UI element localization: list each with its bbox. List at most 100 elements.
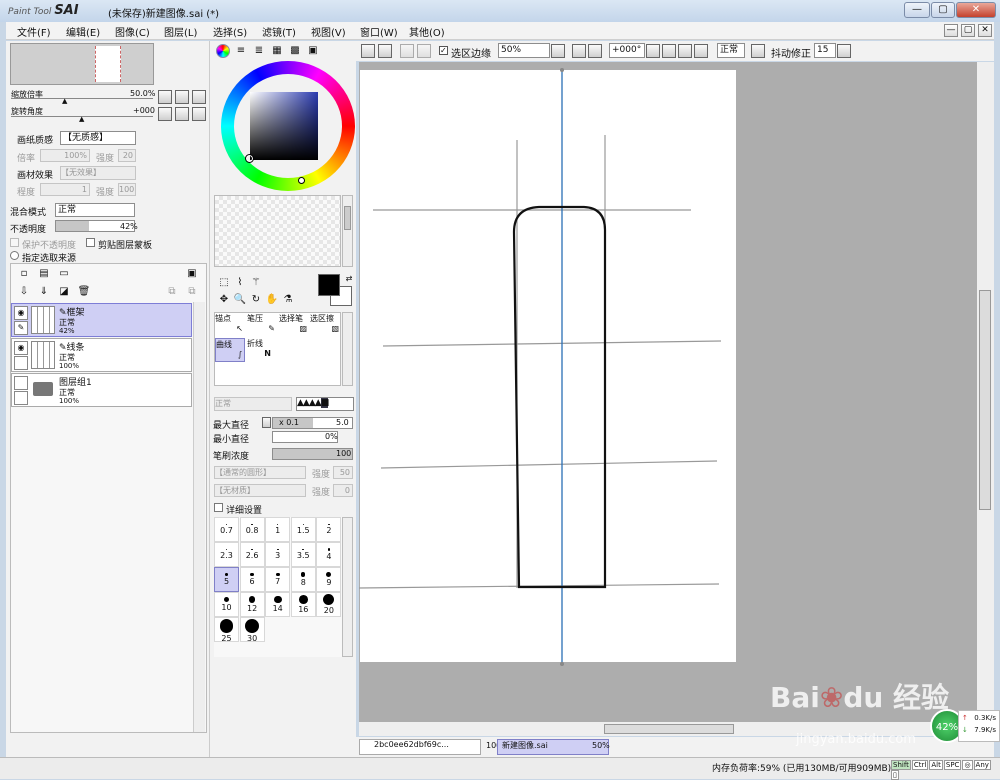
pen-lock-icon[interactable]: ✎ xyxy=(14,321,28,335)
zoom-dropdown-icon[interactable] xyxy=(551,44,565,58)
rotate-left-icon[interactable] xyxy=(158,107,172,121)
brush-size-cell[interactable]: 0.8 xyxy=(239,517,265,542)
minimize-button[interactable]: — xyxy=(904,2,930,18)
flip-icon[interactable] xyxy=(751,44,765,58)
toolbar-rotate-left-icon[interactable] xyxy=(662,44,676,58)
swap-colors-icon[interactable]: ⇄ xyxy=(342,272,356,286)
merge-down-icon[interactable]: ⇩ xyxy=(17,285,31,299)
brush-size-cell[interactable]: 20 xyxy=(316,592,342,617)
scratch-scrollbar[interactable] xyxy=(342,195,353,267)
brush-size-cell[interactable]: 2.3 xyxy=(214,542,239,567)
layer-item-lines[interactable]: ◉ ✎线条 正常 100% xyxy=(11,338,192,372)
doc-close-button[interactable]: ✕ xyxy=(978,24,992,37)
brush-size-cell[interactable]: 16 xyxy=(290,592,316,617)
close-button[interactable]: ✕ xyxy=(956,2,996,18)
move-icon[interactable]: ✥ xyxy=(217,293,231,307)
brush-size-cell[interactable]: 5 xyxy=(214,567,239,592)
zoom-select[interactable]: 50% xyxy=(498,43,550,58)
color-wheel-tab-icon[interactable] xyxy=(216,44,230,58)
brush-size-cell[interactable]: 9 xyxy=(316,567,342,592)
rect-select-icon[interactable]: ⬚ xyxy=(217,276,231,290)
menu-select[interactable]: 选择(S) xyxy=(213,24,247,39)
brush-size-cell[interactable]: 12 xyxy=(239,592,265,617)
preserve-opacity-checkbox[interactable] xyxy=(10,238,19,247)
detail-checkbox[interactable] xyxy=(214,503,223,512)
document-tab-1[interactable]: 2bc0ee62dbf69c... xyxy=(359,739,481,755)
menu-image[interactable]: 图像(C) xyxy=(115,24,150,39)
brush-size-cell[interactable]: 2 xyxy=(316,517,342,542)
zoom-in-icon[interactable] xyxy=(175,90,189,104)
apply-mask-icon[interactable]: ◪ xyxy=(57,285,71,299)
brush-size-cell[interactable]: 2.6 xyxy=(239,542,265,567)
scratch-tab-icon[interactable]: ▣ xyxy=(306,44,320,58)
new-layer-icon[interactable]: ▫ xyxy=(17,267,31,281)
new-folder-icon[interactable]: ▭ xyxy=(57,267,71,281)
new-layer-sheet-icon[interactable]: ▤ xyxy=(37,267,51,281)
toolbar-rotate-reset-icon[interactable] xyxy=(694,44,708,58)
max-size-dropdown[interactable] xyxy=(262,417,271,428)
rotate-slider-handle[interactable]: ▲ xyxy=(79,115,84,123)
mixer-tab-icon[interactable]: ▦ xyxy=(270,44,284,58)
menu-edit[interactable]: 编辑(E) xyxy=(66,24,100,39)
undo-icon[interactable] xyxy=(361,44,375,58)
pen-lock-icon[interactable] xyxy=(14,356,28,370)
magic-wand-icon[interactable]: ⚚ xyxy=(249,276,263,290)
doc-minimize-button[interactable]: — xyxy=(944,24,958,37)
drawing-overlay[interactable] xyxy=(359,62,977,722)
brush-size-cell[interactable]: 6 xyxy=(239,567,265,592)
brush-size-cell[interactable]: 10 xyxy=(214,592,239,617)
selection-source-radio[interactable] xyxy=(10,251,19,260)
zoom-icon[interactable]: 🔍 xyxy=(233,293,247,307)
blend-mode-select[interactable]: 正常 xyxy=(55,203,135,217)
brush-size-cell[interactable]: 7 xyxy=(265,567,291,592)
rotate-right-icon[interactable] xyxy=(175,107,189,121)
angle-dropdown-icon[interactable] xyxy=(646,44,660,58)
swatch-tab-icon[interactable]: ▩ xyxy=(288,44,302,58)
sv-picker-handle[interactable] xyxy=(245,154,254,163)
toolbar-zoom-in-icon[interactable] xyxy=(588,44,602,58)
maximize-button[interactable]: ▢ xyxy=(931,2,955,18)
menu-window[interactable]: 窗口(W) xyxy=(360,24,398,39)
stabilizer-dropdown-icon[interactable] xyxy=(837,44,851,58)
hue-picker-handle[interactable] xyxy=(298,177,305,184)
menu-file[interactable]: 文件(F) xyxy=(17,24,51,39)
brush-size-cell[interactable]: 3.5 xyxy=(290,542,316,567)
rotate-reset-icon[interactable] xyxy=(192,107,206,121)
navigator-preview[interactable] xyxy=(10,43,154,85)
tool-grid-scrollbar[interactable] xyxy=(342,312,353,386)
brush-size-cell[interactable]: 3 xyxy=(265,542,291,567)
hsv-slider-tab-icon[interactable]: ≣ xyxy=(252,44,266,58)
hand-icon[interactable]: ✋ xyxy=(265,293,279,307)
brush-size-cell[interactable]: 4 xyxy=(316,542,342,567)
redo-icon[interactable] xyxy=(378,44,392,58)
clip-mask-checkbox[interactable] xyxy=(86,238,95,247)
scratch-pad[interactable] xyxy=(214,195,341,267)
layer-item-group[interactable]: 图层组1 正常 100% xyxy=(11,373,192,407)
vertical-scrollbar[interactable] xyxy=(977,62,994,722)
brush-size-scrollbar[interactable] xyxy=(342,517,353,657)
doc-restore-button[interactable]: ▢ xyxy=(961,24,975,37)
menu-layer[interactable]: 图层(L) xyxy=(164,24,197,39)
zoom-slider-handle[interactable]: ▲ xyxy=(62,97,67,105)
rotate-icon[interactable]: ↻ xyxy=(249,293,263,307)
eyedropper-icon[interactable]: ⚗ xyxy=(281,293,295,307)
brush-size-cell[interactable]: 30 xyxy=(239,617,265,643)
brush-edge-selector[interactable]: ▲▲▲▲■ xyxy=(296,397,354,411)
menu-filter[interactable]: 滤镜(T) xyxy=(262,24,296,39)
angle-select[interactable]: +000° xyxy=(609,43,645,58)
menu-other[interactable]: 其他(O) xyxy=(409,24,445,39)
layer-scrollbar[interactable] xyxy=(193,302,205,732)
flip-mode-select[interactable]: 正常 xyxy=(717,43,745,58)
toolbar-rotate-right-icon[interactable] xyxy=(678,44,692,58)
visibility-eye-icon[interactable]: ◉ xyxy=(14,306,28,320)
visibility-eye-icon[interactable]: ◉ xyxy=(14,341,28,355)
visibility-toggle[interactable] xyxy=(14,376,28,390)
selection-edge-checkbox[interactable]: ✓ xyxy=(439,46,448,55)
brush-size-cell[interactable]: 25 xyxy=(214,617,239,643)
layer-item-frame[interactable]: ◉ ✎ ✎框架 正常 42% xyxy=(11,303,192,337)
main-color-front[interactable] xyxy=(318,274,340,296)
lasso-icon[interactable]: ⌇ xyxy=(233,276,247,290)
paper-texture-select[interactable]: 【无质感】 xyxy=(60,131,136,145)
brush-size-cell[interactable]: 0.7 xyxy=(214,517,239,542)
brush-size-cell[interactable]: 1 xyxy=(265,517,291,542)
